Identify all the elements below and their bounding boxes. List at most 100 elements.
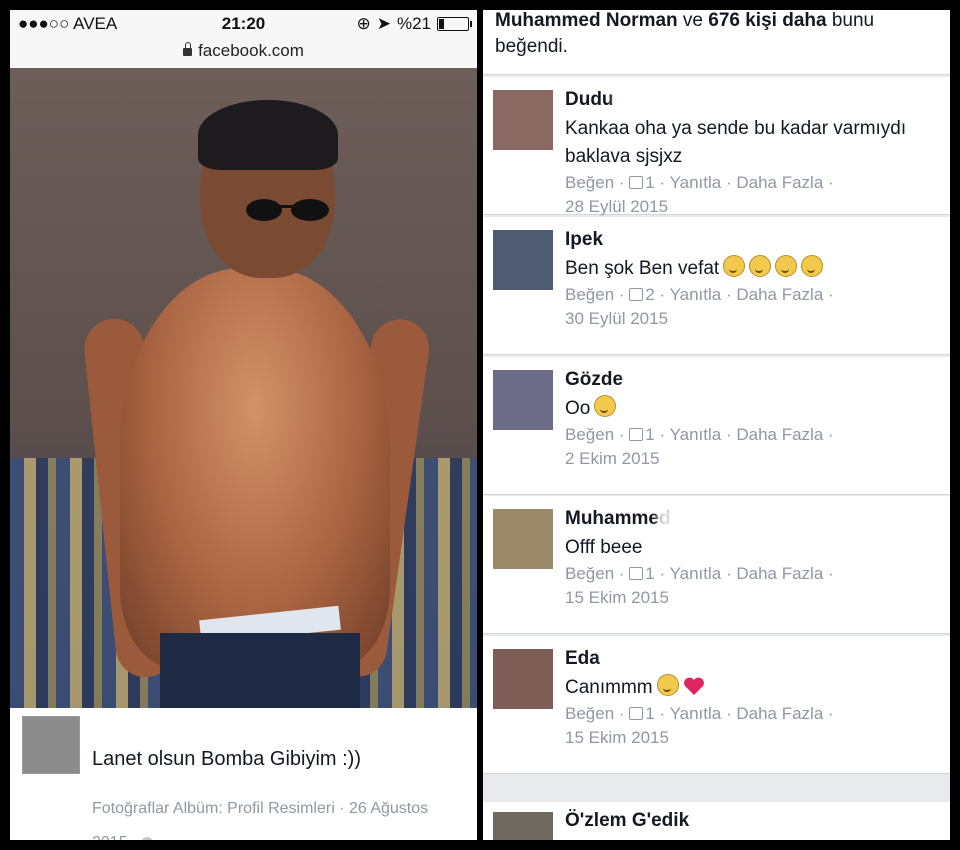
reply-link[interactable]: Yanıtla	[670, 425, 722, 444]
like-count[interactable]: 1	[645, 564, 654, 583]
reply-link[interactable]: Yanıtla	[670, 173, 722, 192]
more-link[interactable]: Daha Fazla	[736, 173, 823, 192]
smiley-emoji-icon	[775, 255, 798, 277]
comment-text: Offf beee	[565, 534, 935, 562]
like-count[interactable]: 1	[645, 704, 654, 723]
thumbs-up-icon	[629, 288, 644, 301]
smiley-emoji-icon	[656, 674, 679, 696]
battery-percent: %21	[396, 14, 431, 33]
url-text: facebook.com	[198, 41, 304, 60]
commenter-avatar[interactable]	[493, 230, 553, 290]
post-meta[interactable]: Fotoğraflar Albüm: Profil Resimleri · 26…	[92, 792, 462, 840]
commenter-name[interactable]: Eda	[565, 648, 600, 670]
like-count[interactable]: 1	[645, 173, 654, 192]
like-link[interactable]: Beğen	[565, 425, 614, 444]
commenter-avatar[interactable]	[493, 812, 553, 840]
comment-date[interactable]: 28 Eylül 2015	[565, 197, 668, 217]
location-arrow-icon: ➤	[376, 14, 391, 33]
name-blur-overlay	[602, 646, 682, 672]
name-blur-overlay	[657, 506, 737, 532]
commenter-name[interactable]: Ipek	[565, 229, 603, 251]
like-link[interactable]: Beğen	[565, 173, 614, 192]
status-bar: ●●●○○ AVEA 21:20 ⊕ ➤ %21	[10, 10, 477, 38]
comment-date[interactable]: 15 Ekim 2015	[565, 588, 669, 608]
thumbs-up-icon	[629, 176, 644, 189]
post-footer: Lanet olsun Bomba Gibiyim :)) Fotoğrafla…	[10, 708, 477, 840]
likes-summary[interactable]: Muhammed Norman ve 676 kişi daha bunu be…	[483, 10, 950, 75]
commenter-name[interactable]: Muhammed	[565, 508, 671, 530]
comment-item: Dudu Kankaa oha ya sende bu kadar varmıyd…	[483, 77, 950, 217]
comment-actions: Beğen · 1 · Yanıtla · Daha Fazla ·	[565, 564, 834, 583]
like-count[interactable]: 2	[645, 285, 654, 304]
person-hair	[198, 100, 338, 170]
comment-actions: Beğen · 1 · Yanıtla · Daha Fazla ·	[565, 173, 834, 192]
comment-date[interactable]: 30 Eylül 2015	[565, 309, 668, 329]
thumbs-up-icon	[629, 567, 644, 580]
comment-text: Kankaa oha ya sende bu kadar varmıydı ba…	[565, 115, 935, 171]
comment-text: Canımmm	[565, 674, 935, 702]
comment-item: Ö'zlem G'edik	[483, 802, 950, 840]
more-link[interactable]: Daha Fazla	[736, 425, 823, 444]
smiley-emoji-icon	[723, 255, 746, 277]
like-link[interactable]: Beğen	[565, 285, 614, 304]
comment-date[interactable]: 2 Ekim 2015	[565, 449, 660, 469]
commenter-name[interactable]: Ö'zlem G'edik	[565, 810, 689, 832]
comment-text-content: Kankaa oha ya sende bu kadar varmıydı ba…	[565, 118, 907, 167]
lock-icon	[183, 42, 193, 56]
commenter-name[interactable]: Gözde	[565, 369, 623, 391]
thumbs-up-icon	[629, 707, 644, 720]
person-jeans	[160, 633, 360, 708]
comment-item: Eda Canımmm Beğen · 1 · Yanıtla · Daha Faz…	[483, 636, 950, 774]
comments-screenshot: Muhammed Norman ve 676 kişi daha bunu be…	[483, 10, 950, 840]
likes-names[interactable]: Muhammed Norman	[495, 10, 678, 31]
comment-actions: Beğen · 1 · Yanıtla · Daha Fazla ·	[565, 704, 834, 723]
comment-actions: Beğen · 1 · Yanıtla · Daha Fazla ·	[565, 425, 834, 444]
smiley-emoji-icon	[749, 255, 772, 277]
reply-link[interactable]: Yanıtla	[670, 285, 722, 304]
name-blur-overlay	[624, 367, 704, 393]
commenter-avatar[interactable]	[493, 90, 553, 150]
comment-text-content: Ben şok Ben vefat	[565, 258, 720, 279]
comment-text-content: Oo	[565, 398, 591, 419]
comment-actions: Beğen · 2 · Yanıtla · Daha Fazla ·	[565, 285, 834, 304]
more-link[interactable]: Daha Fazla	[736, 285, 823, 304]
name-blur-overlay	[613, 227, 693, 253]
post-caption: Lanet olsun Bomba Gibiyim :))	[92, 748, 362, 770]
like-link[interactable]: Beğen	[565, 704, 614, 723]
battery-fill	[439, 19, 444, 29]
reply-link[interactable]: Yanıtla	[670, 564, 722, 583]
name-blur-overlay	[613, 87, 693, 113]
like-count[interactable]: 1	[645, 425, 654, 444]
commenter-avatar[interactable]	[493, 370, 553, 430]
likes-connector: ve	[677, 10, 709, 31]
comment-date[interactable]: 15 Ekim 2015	[565, 728, 669, 748]
comment-item: Muhammed Offf beee Beğen · 1 · Yanıtla · D…	[483, 496, 950, 634]
like-link[interactable]: Beğen	[565, 564, 614, 583]
thumbs-up-icon	[629, 428, 644, 441]
smiley-emoji-icon	[594, 395, 617, 417]
public-globe-icon	[141, 836, 154, 840]
comment-text-content: Canımmm	[565, 677, 653, 698]
heart-emoji-icon	[683, 677, 704, 695]
more-link[interactable]: Daha Fazla	[736, 564, 823, 583]
battery-icon	[437, 17, 472, 31]
commenter-name[interactable]: Dudu	[565, 89, 614, 111]
photo-post-screenshot: ●●●○○ AVEA 21:20 ⊕ ➤ %21 facebook.com La…	[10, 10, 477, 840]
likes-count[interactable]: 676 kişi daha	[708, 10, 826, 31]
commenter-avatar[interactable]	[493, 509, 553, 569]
commenter-avatar[interactable]	[493, 649, 553, 709]
comment-text: Oo	[565, 395, 935, 423]
post-meta-text: Fotoğraflar Albüm: Profil Resimleri · 26…	[92, 800, 429, 840]
comment-text: Ben şok Ben vefat	[565, 255, 935, 283]
comment-item: Gözde Oo Beğen · 1 · Yanıtla · Daha Fazla …	[483, 357, 950, 495]
status-icons: ⊕ ➤ %21	[356, 14, 472, 34]
more-link[interactable]: Daha Fazla	[736, 704, 823, 723]
address-bar[interactable]: facebook.com	[10, 38, 477, 69]
comment-item: Ipek Ben şok Ben vefat Beğen · 2 · Yanıtla…	[483, 217, 950, 355]
sunglasses	[246, 199, 329, 221]
reply-link[interactable]: Yanıtla	[670, 704, 722, 723]
poster-avatar[interactable]	[22, 716, 80, 774]
rotation-lock-icon: ⊕	[356, 14, 371, 33]
comment-text-content: Offf beee	[565, 537, 643, 558]
profile-photo[interactable]	[10, 68, 477, 708]
